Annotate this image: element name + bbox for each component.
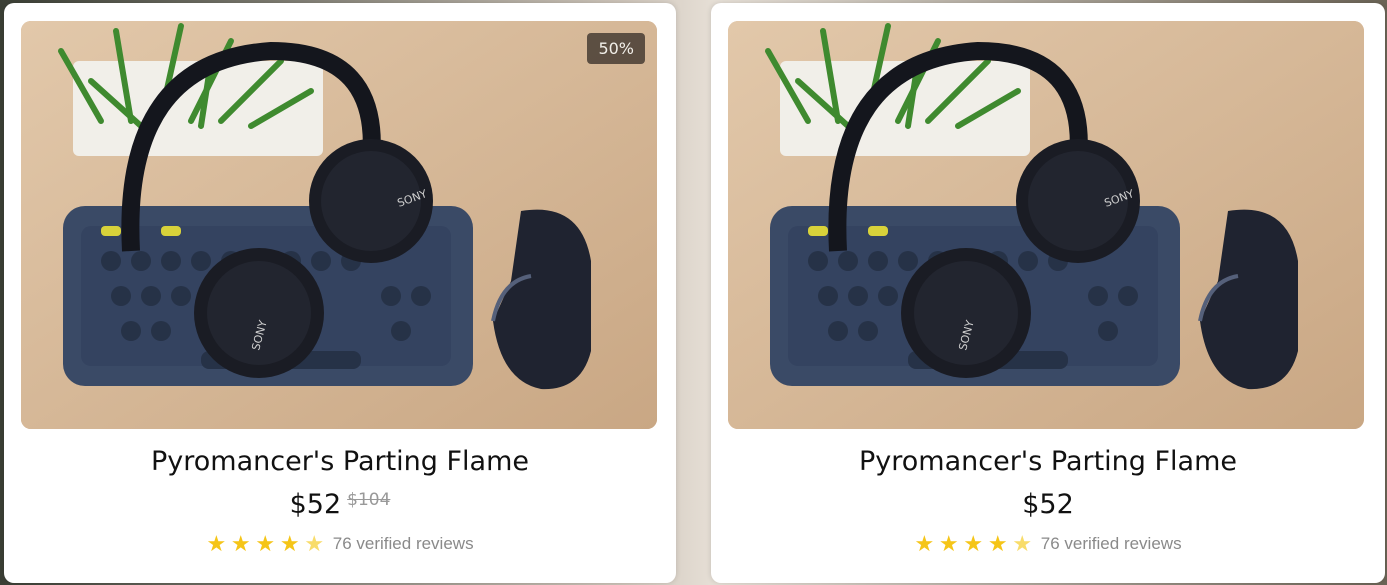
star-icon: ★ xyxy=(279,531,300,556)
reviews-count[interactable]: 76 verified reviews xyxy=(1041,534,1182,553)
half-star-icon: ★ xyxy=(1012,531,1033,556)
star-icon: ★ xyxy=(938,531,959,556)
half-star-icon: ★ xyxy=(304,531,325,556)
star-icon: ★ xyxy=(230,531,251,556)
star-icon: ★ xyxy=(255,531,276,556)
rating-row: ★ ★ ★ ★ ★ 76 verified reviews xyxy=(711,531,1385,557)
headphones-keyboard-mouse-photo: SONY SONY xyxy=(21,21,657,429)
star-icon: ★ xyxy=(963,531,984,556)
star-icon: ★ xyxy=(914,531,935,556)
star-icon: ★ xyxy=(206,531,227,556)
reviews-count[interactable]: 76 verified reviews xyxy=(333,534,474,553)
product-card[interactable]: SONY SONY 50% Pyromancer's Parting Flame… xyxy=(4,3,676,583)
original-price: $104 xyxy=(347,490,391,510)
price-row: $52 $104 xyxy=(4,489,676,520)
current-price: $52 xyxy=(1022,489,1074,520)
product-title[interactable]: Pyromancer's Parting Flame xyxy=(711,446,1385,477)
product-image[interactable]: SONY SONY xyxy=(728,21,1364,429)
rating-row: ★ ★ ★ ★ ★ 76 verified reviews xyxy=(4,531,676,557)
discount-badge: 50% xyxy=(587,33,645,64)
headphones-keyboard-mouse-photo: SONY SONY xyxy=(728,21,1364,429)
current-price: $52 xyxy=(289,489,342,520)
star-icon: ★ xyxy=(987,531,1008,556)
product-title[interactable]: Pyromancer's Parting Flame xyxy=(4,446,676,477)
price-row: $52 xyxy=(711,489,1385,520)
product-image[interactable]: SONY SONY 50% xyxy=(21,21,657,429)
product-card[interactable]: SONY SONY Pyromancer's Parting Flame $52… xyxy=(711,3,1385,583)
